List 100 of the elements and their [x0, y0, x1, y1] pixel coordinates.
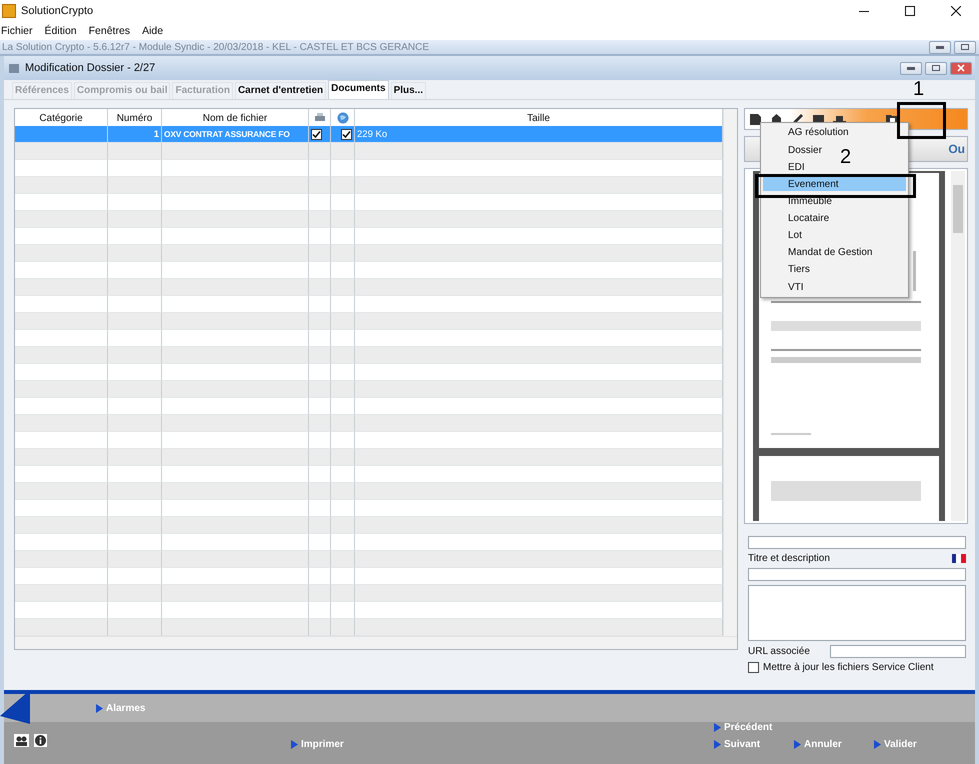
menu-item[interactable]: Fichier: [0, 25, 34, 37]
input-field[interactable]: [748, 568, 966, 581]
table-cell: [108, 211, 162, 228]
table-cell: [331, 585, 355, 602]
table-cell: [309, 313, 331, 330]
table-cell: [108, 551, 162, 568]
table-cell: [108, 534, 162, 551]
menu-item[interactable]: Édition: [44, 25, 78, 37]
table-cell: [331, 296, 355, 313]
tab[interactable]: Carnet d'entretien: [234, 82, 326, 99]
minimize-button[interactable]: [929, 40, 951, 54]
table-cell: [309, 194, 331, 211]
maximize-icon: [905, 6, 915, 16]
table-cell: [331, 228, 355, 245]
table-cell: [309, 432, 331, 449]
url-field[interactable]: [830, 645, 966, 658]
dialog-title: Modification Dossier - 2/27: [25, 62, 156, 74]
table-cell: [331, 466, 355, 483]
menu-item[interactable]: Locataire: [763, 212, 834, 226]
table-cell: [331, 194, 355, 211]
table-cell: [108, 228, 162, 245]
menu-item[interactable]: Aide: [141, 25, 164, 37]
checkbox[interactable]: [311, 128, 322, 140]
table-cell: [108, 602, 162, 619]
checkbox-label: Mettre à jour les fichiers Service Client: [763, 662, 934, 673]
table-cell: [331, 381, 355, 398]
tab[interactable]: Documents: [328, 80, 389, 99]
table-cell: [331, 551, 355, 568]
table-cell: [309, 466, 331, 483]
table-cell: [331, 500, 355, 517]
table-cell: 229 Ko: [355, 126, 723, 143]
horizontal-scrollbar[interactable]: [15, 636, 737, 649]
flag-icon[interactable]: [952, 554, 966, 563]
minimize-icon: [936, 46, 944, 48]
menu-item[interactable]: Mandat de Gestion: [763, 246, 876, 260]
document-icon[interactable]: [749, 112, 762, 126]
tab[interactable]: Plus...: [390, 82, 426, 99]
table-cell: [309, 364, 331, 381]
table-cell: [108, 262, 162, 279]
restore-button[interactable]: [925, 62, 947, 74]
table-cell: [331, 245, 355, 262]
table-cell: [108, 143, 162, 160]
table-cell: [331, 177, 355, 194]
info-icon[interactable]: [34, 734, 47, 747]
table-cell: [108, 500, 162, 517]
table-cell: [331, 619, 355, 636]
restore-button[interactable]: [954, 40, 976, 54]
menu-item[interactable]: VTI: [763, 280, 808, 294]
table-cell: OXV CONTRAT ASSURANCE FO: [162, 126, 309, 143]
users-icon[interactable]: [14, 734, 29, 747]
table-cell: [331, 262, 355, 279]
mdi-title: La Solution Crypto - 5.6.12r7 - Module Syndic - 20/03/2018 - KEL - CASTEL ET BCS GERANCE: [2, 42, 430, 52]
menu-item[interactable]: Dossier: [763, 143, 826, 158]
table-cell: [331, 211, 355, 228]
table-cell: [309, 500, 331, 517]
table-cell: [309, 398, 331, 415]
globe-icon: [336, 112, 348, 124]
table-cell: [309, 279, 331, 296]
menu-item[interactable]: Lot: [763, 228, 806, 243]
table-cell: [108, 313, 162, 330]
vertical-scrollbar[interactable]: [951, 171, 965, 521]
highlight-frame: [897, 102, 946, 139]
table-cell: [331, 364, 355, 381]
table-cell: 1: [108, 126, 162, 143]
check-icon: [342, 130, 351, 138]
app-title: SolutionCrypto: [21, 5, 94, 17]
description-field[interactable]: [748, 585, 966, 641]
minimize-icon: [859, 10, 869, 12]
table-cell: [331, 517, 355, 534]
table-cell: [331, 449, 355, 466]
menu-item[interactable]: Immeuble: [763, 194, 836, 208]
table-cell: [331, 313, 355, 330]
table-cell: [108, 415, 162, 432]
close-icon: [951, 6, 961, 16]
checkbox[interactable]: [748, 662, 759, 673]
minimize-button[interactable]: [900, 62, 922, 74]
table-cell: [309, 517, 331, 534]
table-cell: [309, 534, 331, 551]
triangle-icon: [96, 704, 103, 712]
table-cell: [108, 177, 162, 194]
checkbox[interactable]: [341, 128, 352, 140]
menu-item[interactable]: Evenement: [763, 177, 906, 192]
menu-item[interactable]: EDI: [763, 160, 809, 174]
menu-item[interactable]: AG résolution: [763, 126, 853, 140]
table-cell: [331, 432, 355, 449]
input-field[interactable]: [748, 536, 966, 549]
table-cell: [309, 177, 331, 194]
table-cell: [331, 347, 355, 364]
close-icon: [957, 64, 965, 72]
printer-icon: [314, 113, 326, 123]
check-icon: [312, 130, 321, 138]
menu-item[interactable]: Tiers: [763, 263, 814, 277]
vertical-scrollbar[interactable]: [723, 109, 737, 636]
table-cell: [108, 432, 162, 449]
field-label: URL associée: [748, 646, 810, 657]
table-cell: [331, 279, 355, 296]
menu-item[interactable]: Fenêtres: [88, 25, 132, 37]
table-cell: [309, 228, 331, 245]
table-cell: [108, 398, 162, 415]
table-cell: [309, 347, 331, 364]
